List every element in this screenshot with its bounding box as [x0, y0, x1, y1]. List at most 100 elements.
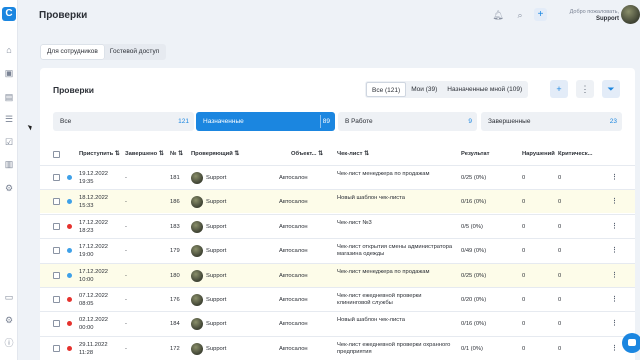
col-object[interactable]: Объект... ⇅: [291, 151, 323, 157]
row-menu-icon[interactable]: ⋮: [611, 246, 618, 254]
clipboard-icon[interactable]: ▤: [4, 92, 14, 102]
table-row[interactable]: 02.12.2022 00:00 - 184 Support Автосалон Новый…: [40, 311, 635, 335]
bell-icon[interactable]: 🔔︎: [492, 9, 504, 21]
app-logo[interactable]: C: [2, 7, 16, 21]
col-result[interactable]: Результат: [461, 151, 489, 157]
row-menu-icon[interactable]: ⋮: [611, 344, 618, 352]
status-all[interactable]: Все 121: [53, 112, 194, 131]
row-checkbox[interactable]: [53, 174, 60, 181]
inspector-name: Support: [206, 345, 227, 352]
done-value: -: [125, 223, 127, 230]
filter-icon[interactable]: ⏷: [602, 80, 620, 98]
row-menu-icon[interactable]: ⋮: [611, 222, 618, 230]
filter-mine[interactable]: Мои (39): [406, 82, 442, 97]
filter-all[interactable]: Все (121): [366, 82, 407, 97]
status-in-progress[interactable]: В Работе 9: [338, 112, 477, 131]
checklist-name[interactable]: Чек-лист №3: [337, 220, 455, 227]
home-icon[interactable]: ⌂: [4, 45, 14, 55]
col-inspector-label: Проверяющий: [191, 151, 233, 157]
col-done[interactable]: Завершено ⇅: [125, 151, 164, 157]
settings-cog-icon[interactable]: ⚙: [4, 183, 14, 193]
row-checkbox[interactable]: [53, 198, 60, 206]
info-icon[interactable]: ⓘ: [4, 338, 14, 348]
row-menu-icon[interactable]: ⋮: [611, 295, 618, 303]
col-start[interactable]: Приступить ⇅: [79, 151, 120, 157]
table-row[interactable]: 18.12.2022 15:33 - 186 Support Автосалон Новый…: [40, 189, 635, 214]
table-row[interactable]: 17.12.2022 10:00 - 180 Support Автосалон Чек-л…: [40, 262, 635, 287]
status-label: Завершенные: [488, 118, 531, 125]
checklist-name[interactable]: Чек-лист менеджера по продажам: [337, 171, 455, 178]
row-checkbox[interactable]: [53, 296, 60, 303]
welcome-text: Добро пожаловать,: [569, 9, 619, 15]
checklist-name[interactable]: Чек-лист открытия смены администратора м…: [337, 244, 455, 258]
result-value: 0/49 (0%): [461, 248, 487, 255]
status-dot: [67, 199, 72, 205]
checklist-name[interactable]: Чек-лист менеджера по продажам: [337, 269, 455, 276]
user-name[interactable]: Support: [557, 16, 619, 22]
col-critical[interactable]: Критическ...: [558, 151, 593, 157]
inspector-avatar: [191, 318, 203, 331]
table-row[interactable]: 17.12.2022 19:00 - 179 Support Автосалон Чек-л…: [40, 238, 635, 262]
row-menu-icon[interactable]: ⋮: [611, 319, 618, 327]
more-options-button[interactable]: ⋮: [576, 80, 594, 98]
object-name: Автосалон: [279, 345, 308, 352]
status-label: В Работе: [345, 118, 373, 125]
critical-value: 0: [558, 321, 562, 328]
user-avatar[interactable]: [621, 5, 640, 24]
status-completed[interactable]: Завершенные 23: [481, 112, 622, 131]
gear-icon[interactable]: ⚙: [4, 315, 14, 325]
inspector-name: Support: [206, 248, 227, 255]
start-time: 11:28: [79, 349, 94, 356]
table-row[interactable]: 17.12.2022 18:23 - 183 Support Автосалон Чек-л…: [40, 213, 635, 238]
row-menu-icon[interactable]: ⋮: [611, 271, 618, 279]
status-dot: [67, 175, 72, 180]
status-assigned[interactable]: Назначенные 89: [196, 112, 335, 131]
col-number[interactable]: № ⇅: [170, 151, 183, 157]
row-checkbox[interactable]: [53, 271, 60, 279]
table-row[interactable]: 07.12.2022 08:05 - 176 Support Автосалон Чек-л…: [40, 287, 635, 311]
select-all-checkbox[interactable]: [53, 151, 60, 158]
checklist-name[interactable]: Чек-лист ежедневной проверки охранного п…: [337, 342, 455, 356]
tab-guest-access[interactable]: Гостевой доступ: [104, 45, 165, 59]
critical-value: 0: [558, 223, 562, 230]
checklist-name[interactable]: Новый шаблон чек-листа: [337, 195, 455, 202]
add-inspection-button[interactable]: +: [550, 80, 568, 98]
row-checkbox[interactable]: [53, 344, 60, 352]
table-row[interactable]: 19.12.2022 19:35 - 181 Support Автосалон Чек-л…: [40, 165, 635, 189]
search-icon[interactable]: ⌕: [514, 9, 526, 21]
checklist-icon[interactable]: ☑: [4, 137, 14, 147]
critical-value: 0: [558, 199, 562, 206]
object-name: Автосалон: [279, 297, 308, 303]
bar-chart-icon[interactable]: ▥: [4, 159, 14, 169]
row-menu-icon[interactable]: ⋮: [611, 173, 618, 181]
status-count: 9: [468, 118, 472, 125]
calendar-icon[interactable]: ▣: [4, 68, 14, 78]
row-checkbox[interactable]: [53, 320, 60, 328]
add-button[interactable]: +: [534, 8, 547, 21]
start-time: 19:00: [79, 252, 94, 259]
list-icon[interactable]: ☰: [4, 114, 14, 124]
inspector-avatar: [191, 245, 203, 258]
violations-value: 0: [522, 199, 526, 206]
card-icon[interactable]: ▭: [4, 292, 14, 302]
status-dot: [67, 345, 72, 351]
object-name: Автосалон: [279, 321, 308, 328]
filter-assigned-by-me[interactable]: Назначенные мной (109): [442, 82, 527, 97]
inspection-number: 172: [170, 345, 180, 352]
card-title: Проверки: [53, 85, 95, 95]
row-checkbox[interactable]: [53, 222, 60, 230]
col-checklist[interactable]: Чек-лист ⇅: [337, 151, 369, 157]
inspector-name: Support: [206, 297, 227, 303]
chat-icon[interactable]: [622, 333, 640, 353]
tab-employees[interactable]: Для сотрудников: [41, 45, 104, 59]
col-violations[interactable]: Нарушений: [522, 151, 555, 157]
inspector-name: Support: [206, 223, 227, 230]
table-row[interactable]: 29.11.2022 11:28 - 172 Support Автосалон Чек-л…: [40, 335, 635, 360]
col-inspector[interactable]: Проверяющий ⇅: [191, 151, 239, 157]
page-title: Проверки: [39, 10, 88, 21]
row-menu-icon[interactable]: ⋮: [611, 197, 618, 205]
checklist-name[interactable]: Новый шаблон чек-листа: [337, 317, 455, 324]
start-time: 08:05: [79, 301, 94, 307]
checklist-name[interactable]: Чек-лист ежедневной проверки клининговой…: [337, 293, 455, 307]
row-checkbox[interactable]: [53, 247, 60, 255]
